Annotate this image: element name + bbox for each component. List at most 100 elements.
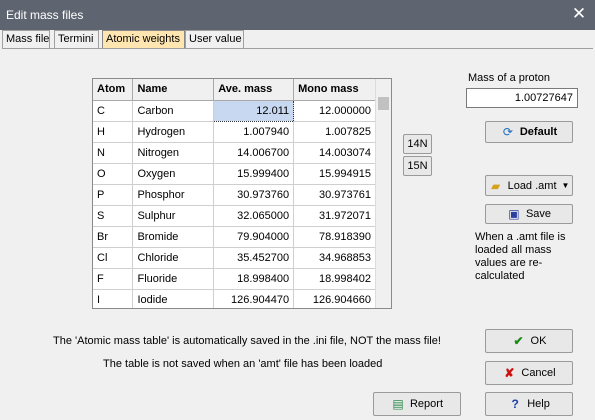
atom-cell[interactable]: Cl bbox=[93, 247, 134, 269]
tab-label: User value bbox=[189, 33, 242, 45]
mono-mass-cell[interactable]: 31.972071 bbox=[293, 205, 376, 227]
button-label: Report bbox=[409, 398, 444, 410]
floppy-disk-icon: ▣ bbox=[508, 207, 520, 221]
name-cell[interactable]: Sulphur bbox=[132, 205, 215, 227]
button-label: 15N bbox=[407, 160, 428, 172]
checkmark-icon: ✔ bbox=[513, 334, 524, 348]
scrollbar-thumb[interactable] bbox=[378, 97, 389, 110]
atom-cell[interactable]: P bbox=[93, 184, 134, 206]
name-cell[interactable]: Nitrogen bbox=[132, 142, 215, 164]
table-row[interactable]: H Hydrogen 1.007940 1.007825 bbox=[93, 121, 376, 143]
name-cell[interactable]: Chloride bbox=[132, 247, 215, 269]
table-header-row: Atom Name Ave. mass Mono mass bbox=[93, 79, 376, 101]
amt-recalc-note: When a .amt file is loaded all mass valu… bbox=[475, 231, 566, 282]
ok-button[interactable]: ✔ OK bbox=[485, 329, 573, 353]
atomic-weights-table[interactable]: Atom Name Ave. mass Mono mass C Carbon 12.… bbox=[92, 78, 392, 309]
table-row[interactable]: C Carbon 12.011 12.000000 bbox=[93, 99, 376, 122]
ave-mass-cell[interactable]: 30.973760 bbox=[213, 184, 295, 206]
add-15n-button[interactable]: 15N bbox=[403, 156, 432, 176]
add-14n-button[interactable]: 14N bbox=[403, 134, 432, 154]
table-row[interactable]: O Oxygen 15.999400 15.994915 bbox=[93, 163, 376, 185]
tab-label: Atomic weights bbox=[106, 33, 180, 45]
ini-save-note: The 'Atomic mass table' is automatically… bbox=[53, 335, 441, 347]
mono-mass-cell[interactable]: 126.904660 bbox=[293, 289, 376, 308]
default-button[interactable]: ⟳ Default bbox=[485, 121, 573, 143]
ave-mass-cell[interactable]: 18.998400 bbox=[213, 268, 295, 290]
ave-mass-cell[interactable]: 1.007940 bbox=[213, 121, 295, 143]
column-header-mono-mass[interactable]: Mono mass bbox=[293, 79, 376, 101]
name-cell[interactable]: Phosphor bbox=[132, 184, 215, 206]
ave-mass-cell[interactable]: 32.065000 bbox=[213, 205, 295, 227]
column-header-name[interactable]: Name bbox=[132, 79, 215, 101]
title-bar: Edit mass files ✕ bbox=[0, 0, 595, 30]
x-mark-icon: ✘ bbox=[504, 366, 515, 380]
mono-mass-cell[interactable]: 34.968853 bbox=[293, 247, 376, 269]
folder-open-icon: ▰ bbox=[490, 178, 501, 193]
tab-label: Mass file bbox=[6, 33, 50, 45]
table-row[interactable]: N Nitrogen 14.006700 14.003074 bbox=[93, 142, 376, 164]
save-button[interactable]: ▣ Save bbox=[485, 204, 573, 224]
name-cell[interactable]: Bromide bbox=[132, 226, 215, 248]
atom-cell[interactable]: C bbox=[93, 100, 134, 122]
atom-cell[interactable]: N bbox=[93, 142, 134, 164]
button-label: Cancel bbox=[521, 367, 556, 379]
cancel-button[interactable]: ✘ Cancel bbox=[485, 361, 573, 385]
atom-cell[interactable]: H bbox=[93, 121, 134, 143]
tab-mass-file[interactable]: Mass file bbox=[2, 30, 50, 48]
atom-cell[interactable]: O bbox=[93, 163, 134, 185]
window-title: Edit mass files bbox=[6, 8, 84, 22]
mono-mass-cell[interactable]: 14.003074 bbox=[293, 142, 376, 164]
atom-cell[interactable]: I bbox=[93, 289, 134, 308]
report-icon: ▤ bbox=[392, 397, 404, 411]
table-row[interactable]: F Fluoride 18.998400 18.998402 bbox=[93, 268, 376, 290]
button-label: Load .amt bbox=[507, 179, 557, 192]
proton-mass-label: Mass of a proton bbox=[468, 72, 550, 84]
dropdown-arrow-icon: ▼ bbox=[561, 181, 570, 190]
atom-cell[interactable]: S bbox=[93, 205, 134, 227]
name-cell[interactable]: Carbon bbox=[132, 100, 215, 122]
mono-mass-cell[interactable]: 12.000000 bbox=[293, 100, 376, 122]
tab-user-value[interactable]: User value bbox=[185, 30, 244, 48]
mono-mass-cell[interactable]: 15.994915 bbox=[293, 163, 376, 185]
ave-mass-cell[interactable]: 79.904000 bbox=[213, 226, 295, 248]
proton-mass-input[interactable]: 1.00727647 bbox=[466, 88, 578, 108]
close-icon[interactable]: ✕ bbox=[569, 4, 589, 24]
tab-label: Termini bbox=[58, 33, 94, 45]
atom-cell[interactable]: Br bbox=[93, 226, 134, 248]
mono-mass-cell[interactable]: 78.918390 bbox=[293, 226, 376, 248]
button-label: Default bbox=[519, 126, 558, 138]
refresh-icon: ⟳ bbox=[502, 125, 513, 139]
mono-mass-cell[interactable]: 30.973761 bbox=[293, 184, 376, 206]
atom-cell[interactable]: F bbox=[93, 268, 134, 290]
name-cell[interactable]: Oxygen bbox=[132, 163, 215, 185]
column-header-ave-mass[interactable]: Ave. mass bbox=[213, 79, 295, 101]
ave-mass-cell[interactable]: 14.006700 bbox=[213, 142, 295, 164]
ave-mass-cell[interactable]: 15.999400 bbox=[213, 163, 295, 185]
name-cell[interactable]: Fluoride bbox=[132, 268, 215, 290]
button-label: Help bbox=[527, 398, 550, 410]
table-row[interactable]: I Iodide 126.904470 126.904660 bbox=[93, 289, 376, 308]
ave-mass-cell[interactable]: 12.011 bbox=[213, 99, 295, 122]
mono-mass-cell[interactable]: 18.998402 bbox=[293, 268, 376, 290]
button-label: OK bbox=[530, 335, 547, 347]
table-vertical-scrollbar[interactable] bbox=[375, 79, 391, 308]
amt-not-saved-note: The table is not saved when an 'amt' fil… bbox=[103, 358, 383, 370]
table-row[interactable]: Cl Chloride 35.452700 34.968853 bbox=[93, 247, 376, 269]
button-label: 14N bbox=[407, 138, 428, 150]
report-button[interactable]: ▤ Report bbox=[373, 392, 461, 416]
tab-termini[interactable]: Termini bbox=[54, 30, 99, 48]
ave-mass-cell[interactable]: 126.904470 bbox=[213, 289, 295, 308]
table-row[interactable]: Br Bromide 79.904000 78.918390 bbox=[93, 226, 376, 248]
name-cell[interactable]: Hydrogen bbox=[132, 121, 215, 143]
button-label: Save bbox=[525, 208, 552, 220]
tab-atomic-weights[interactable]: Atomic weights bbox=[102, 30, 185, 49]
table-row[interactable]: S Sulphur 32.065000 31.972071 bbox=[93, 205, 376, 227]
help-button[interactable]: ? Help bbox=[485, 392, 573, 416]
mono-mass-cell[interactable]: 1.007825 bbox=[293, 121, 376, 143]
table-row[interactable]: P Phosphor 30.973760 30.973761 bbox=[93, 184, 376, 206]
question-mark-icon: ? bbox=[511, 397, 519, 411]
ave-mass-cell[interactable]: 35.452700 bbox=[213, 247, 295, 269]
name-cell[interactable]: Iodide bbox=[132, 289, 215, 308]
column-header-atom[interactable]: Atom bbox=[93, 79, 134, 101]
load-amt-dropdown-button[interactable]: ▰ Load .amt ▼ bbox=[485, 175, 573, 196]
